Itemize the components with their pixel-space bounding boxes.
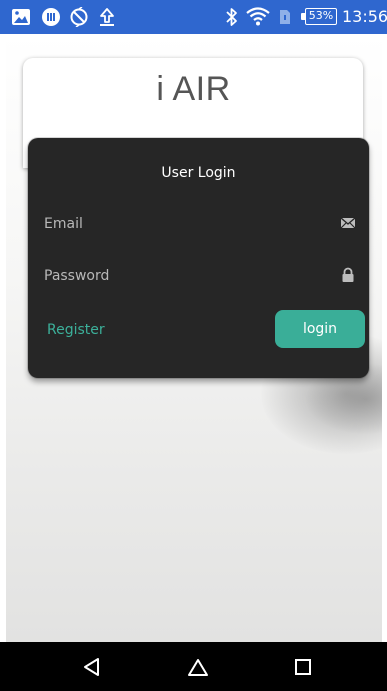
home-icon[interactable] [185, 654, 211, 680]
app-title: i AIR [156, 70, 231, 108]
battery-percentage: 53% [305, 8, 337, 25]
upload-icon [96, 6, 118, 28]
password-input[interactable] [44, 264, 314, 288]
recents-icon[interactable] [290, 654, 316, 680]
login-card: User Login Register login [28, 138, 369, 378]
email-field-row [44, 212, 356, 236]
login-title: User Login [161, 165, 236, 181]
mail-icon [340, 215, 356, 231]
blocked-sync-icon [68, 6, 90, 28]
password-field-row [44, 264, 356, 288]
bluetooth-icon [224, 6, 240, 28]
email-input[interactable] [44, 212, 314, 236]
navigation-bar [0, 642, 387, 691]
image-icon [10, 6, 32, 28]
status-bar: 53% 13:56 [0, 0, 387, 34]
lock-icon [340, 267, 356, 283]
record-icon [40, 6, 62, 28]
register-link[interactable]: Register [47, 322, 105, 338]
back-icon[interactable] [79, 654, 105, 680]
login-button[interactable]: login [275, 310, 365, 348]
sim-icon [278, 6, 292, 28]
status-clock: 13:56 [342, 7, 387, 26]
wifi-icon [245, 6, 271, 28]
